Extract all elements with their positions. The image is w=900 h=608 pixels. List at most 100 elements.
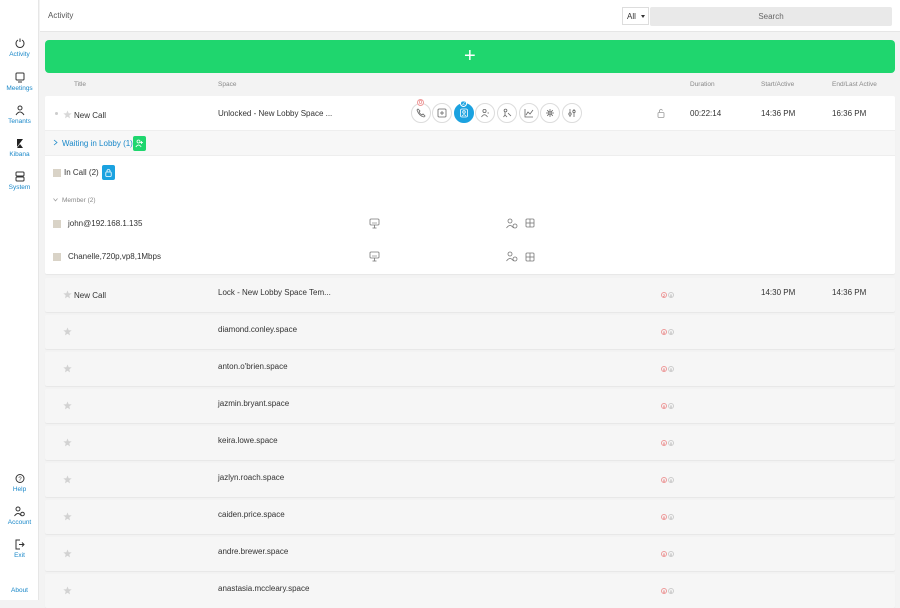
- add-participant-button[interactable]: [432, 103, 452, 123]
- guest-button[interactable]: [497, 103, 517, 123]
- participant-count: 0: [661, 329, 667, 335]
- table-row[interactable]: [45, 463, 895, 497]
- effects-button[interactable]: [540, 103, 560, 123]
- topbar: Activity All Search: [40, 0, 900, 32]
- sidebar-item-activity[interactable]: Activity: [0, 38, 39, 58]
- member-label: Member (2): [62, 197, 96, 204]
- table-row[interactable]: [45, 500, 895, 534]
- waiting-count: 0: [668, 551, 674, 557]
- table-row[interactable]: [45, 426, 895, 460]
- table-row[interactable]: [45, 389, 895, 423]
- phone-icon: [416, 108, 426, 118]
- person-walk-icon: [503, 108, 512, 118]
- layout-grid-icon[interactable]: [525, 252, 535, 262]
- waiting-count: 0: [668, 440, 674, 446]
- filter-select[interactable]: All: [622, 7, 649, 25]
- sidebar-item-system[interactable]: System: [0, 171, 39, 191]
- sidebar-item-exit[interactable]: Exit: [0, 539, 39, 559]
- call-space[interactable]: keira.lowe.space: [218, 436, 278, 445]
- table-row[interactable]: [45, 537, 895, 571]
- table-row[interactable]: [45, 352, 895, 386]
- chevron-down-icon[interactable]: [53, 198, 58, 202]
- call-space[interactable]: andre.brewer.space: [218, 547, 288, 556]
- star-icon[interactable]: [63, 586, 72, 595]
- add-call-button[interactable]: +: [45, 40, 895, 73]
- add-box-icon: [437, 108, 447, 118]
- waiting-lobby-label[interactable]: Waiting in Lobby (1): [62, 139, 133, 148]
- star-icon[interactable]: [63, 290, 72, 299]
- column-header-duration[interactable]: Duration: [690, 81, 715, 88]
- statistics-button[interactable]: [519, 103, 539, 123]
- participant-count: 0: [661, 551, 667, 557]
- column-header-space[interactable]: Space: [218, 81, 236, 88]
- sidebar-item-account[interactable]: Account: [0, 506, 39, 526]
- settings-sliders-button[interactable]: [562, 103, 582, 123]
- layout-grid-icon[interactable]: [525, 218, 535, 228]
- call-space[interactable]: jazmin.bryant.space: [218, 399, 289, 408]
- waiting-count: 0: [668, 477, 674, 483]
- activity-icon: [15, 38, 24, 48]
- waiting-lobby-bar[interactable]: [45, 130, 895, 156]
- star-icon[interactable]: [63, 549, 72, 558]
- call-space[interactable]: anastasia.mccleary.space: [218, 584, 309, 593]
- sidebar-item-tenants[interactable]: Tenants: [0, 105, 39, 125]
- person-key-icon: [481, 108, 489, 118]
- sidebar-item-label: About: [11, 587, 28, 594]
- member-checkbox[interactable]: [53, 220, 61, 228]
- sidebar-item-kibana[interactable]: Kibana: [0, 138, 39, 158]
- call-start: 14:30 PM: [761, 288, 796, 297]
- help-icon: ?: [15, 474, 24, 483]
- table-row[interactable]: [45, 574, 895, 608]
- call-end: 14:36 PM: [832, 288, 867, 297]
- call-space[interactable]: diamond.conley.space: [218, 325, 297, 334]
- member-settings-icon[interactable]: [506, 218, 518, 229]
- unlock-icon[interactable]: [657, 108, 665, 118]
- tenants-icon: [15, 105, 24, 116]
- call-duration: 00:22:14: [690, 109, 722, 118]
- member-checkbox[interactable]: [53, 253, 61, 261]
- star-icon[interactable]: [63, 327, 72, 336]
- in-call-checkbox[interactable]: [53, 169, 61, 177]
- call-space[interactable]: Unlocked - New Lobby Space ...: [218, 109, 332, 118]
- sidebar-item-label: Help: [12, 486, 27, 493]
- call-space[interactable]: caiden.price.space: [218, 510, 285, 519]
- meetings-icon: [15, 72, 24, 83]
- participant-count: 0: [661, 366, 667, 372]
- participant-count: 0: [661, 477, 667, 483]
- call-space[interactable]: Lock - New Lobby Space Tem...: [218, 288, 331, 297]
- table-row[interactable]: [45, 315, 895, 349]
- moderator-button[interactable]: [475, 103, 495, 123]
- star-icon[interactable]: [63, 475, 72, 484]
- plus-icon: +: [464, 45, 476, 67]
- participant-count: 0: [661, 403, 667, 409]
- filter-value: All: [627, 12, 636, 21]
- sidebar-item-about[interactable]: About: [0, 587, 39, 594]
- column-header-start[interactable]: Start/Active: [761, 81, 794, 88]
- member-settings-icon[interactable]: [506, 251, 518, 262]
- device-icon: [369, 218, 380, 229]
- sidebar-item-help[interactable]: ? Help: [0, 473, 39, 493]
- column-header-end[interactable]: End/Last Active: [832, 81, 877, 88]
- star-icon[interactable]: [63, 438, 72, 447]
- search-input[interactable]: Search: [650, 7, 892, 26]
- star-icon[interactable]: [63, 110, 72, 119]
- participants-icon: [460, 108, 468, 118]
- star-icon[interactable]: [63, 364, 72, 373]
- call-space[interactable]: anton.o'brien.space: [218, 362, 288, 371]
- star-icon[interactable]: [63, 401, 72, 410]
- in-call-label: In Call (2): [64, 168, 99, 177]
- chevron-right-icon[interactable]: [53, 139, 58, 146]
- sliders-icon: [568, 109, 576, 117]
- admit-lobby-button[interactable]: [133, 136, 146, 151]
- expand-indicator[interactable]: [55, 112, 58, 115]
- lock-icon: [105, 168, 112, 177]
- device-icon: [369, 251, 380, 262]
- sidebar-item-meetings[interactable]: Meetings: [0, 72, 39, 92]
- call-space[interactable]: jazlyn.roach.space: [218, 473, 284, 482]
- call-end: 16:36 PM: [832, 109, 867, 118]
- lock-call-button[interactable]: [102, 165, 115, 180]
- sidebar-item-label: System: [8, 184, 31, 191]
- waiting-count: 0: [668, 366, 674, 372]
- column-header-title[interactable]: Title: [74, 81, 86, 88]
- star-icon[interactable]: [63, 512, 72, 521]
